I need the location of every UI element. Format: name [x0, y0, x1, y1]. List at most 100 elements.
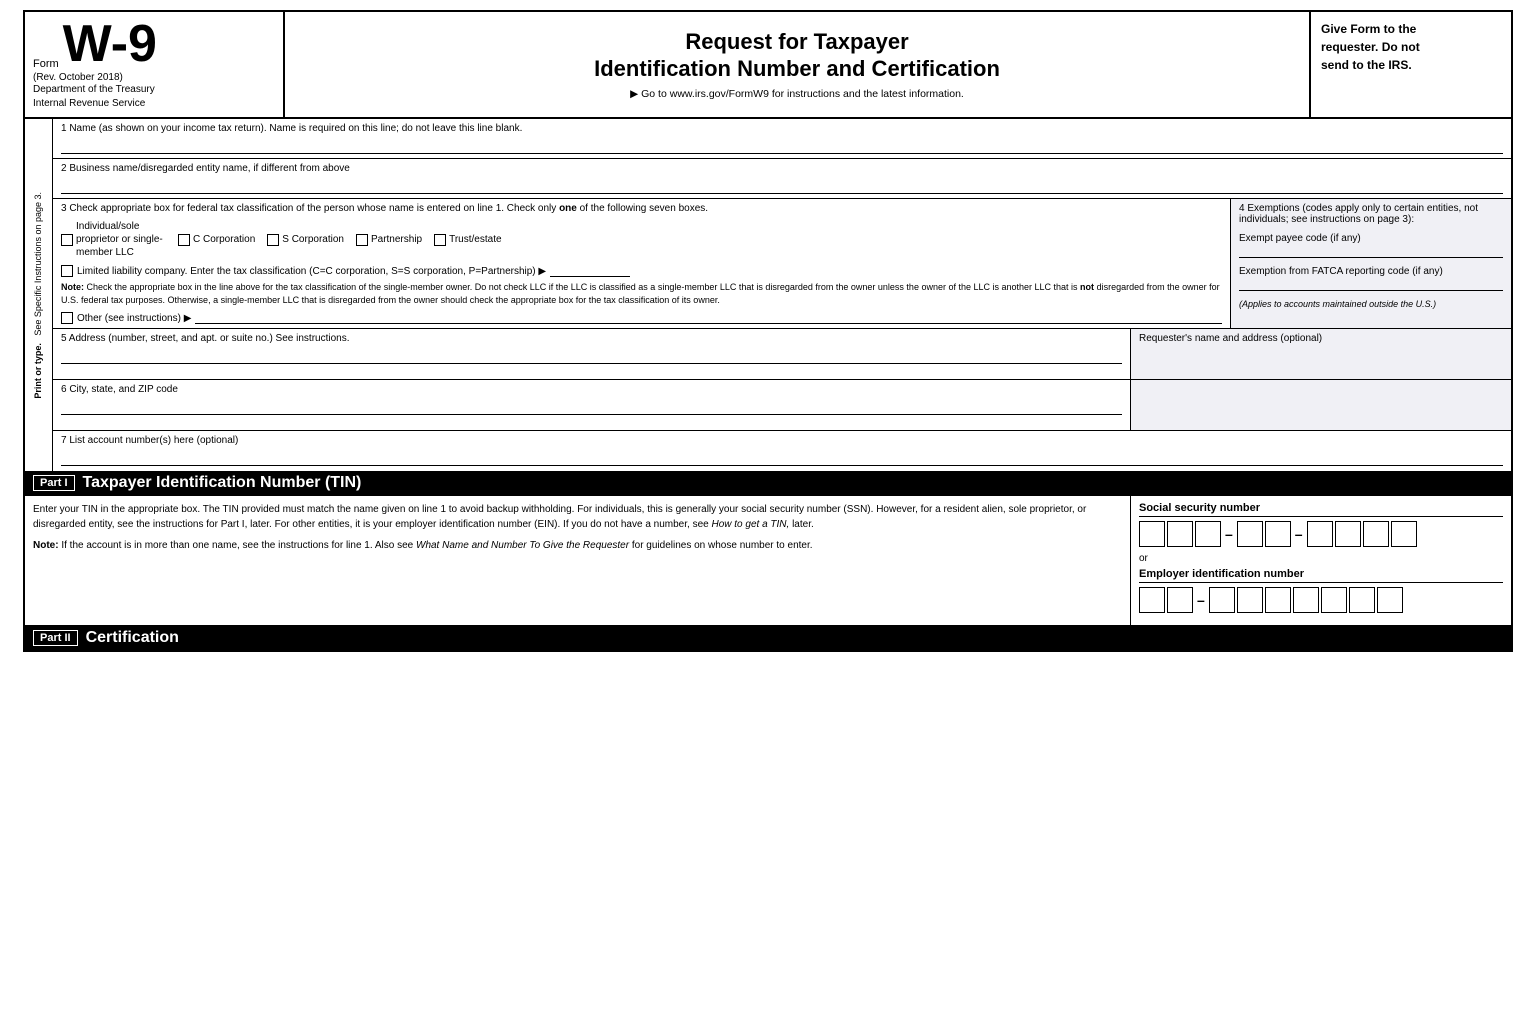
- exempt-payee-label: Exempt payee code (if any): [1239, 233, 1503, 244]
- ssn-cell-5[interactable]: [1265, 521, 1291, 547]
- ein-cell-1[interactable]: [1139, 587, 1165, 613]
- checkbox-individual: Individual/sole proprietor or single-mem…: [61, 220, 166, 259]
- ssn-cell-6[interactable]: [1307, 521, 1333, 547]
- note-bold: not: [1080, 282, 1094, 292]
- ein-cell-4[interactable]: [1237, 587, 1263, 613]
- field1-input[interactable]: [61, 136, 1503, 154]
- checkbox-other-box[interactable]: [61, 312, 73, 324]
- part1-body-text2: later.: [792, 519, 814, 530]
- tin-or: or: [1139, 553, 1503, 564]
- checkbox-trust: Trust/estate: [434, 234, 501, 246]
- note-text1: Check the appropriate box in the line ab…: [87, 282, 1081, 292]
- form-fields: 1 Name (as shown on your income tax retu…: [53, 119, 1511, 471]
- exempt-payee-input[interactable]: [1239, 244, 1503, 258]
- part1-label: Part I: [33, 475, 75, 491]
- field5-input[interactable]: [61, 346, 1122, 364]
- ein-cell-2[interactable]: [1167, 587, 1193, 613]
- right-text-line3: send to the IRS.: [1321, 58, 1412, 72]
- part1-title: Taxpayer Identification Number (TIN): [83, 474, 362, 492]
- ssn-cell-8[interactable]: [1363, 521, 1389, 547]
- dept-line1: Department of the Treasury: [33, 84, 155, 95]
- field6-input[interactable]: [61, 397, 1122, 415]
- fatca-input[interactable]: [1239, 277, 1503, 291]
- field2-input[interactable]: [61, 176, 1503, 194]
- form-title: Request for Taxpayer Identification Numb…: [295, 29, 1299, 82]
- checkbox-s-corp-label: S Corporation: [282, 234, 344, 245]
- field3-label-end: of the following seven boxes.: [577, 203, 708, 214]
- checkbox-trust-label: Trust/estate: [449, 234, 501, 245]
- fatca-italic: (Applies to accounts maintained outside …: [1239, 299, 1503, 309]
- ein-dash-1: –: [1195, 592, 1207, 608]
- ein-cell-6[interactable]: [1293, 587, 1319, 613]
- ein-cell-9[interactable]: [1377, 587, 1403, 613]
- other-input[interactable]: [195, 312, 1222, 324]
- section-addr-row: 5 Address (number, street, and apt. or s…: [53, 329, 1511, 380]
- requester-space: [1131, 380, 1511, 430]
- checkboxes-row: Individual/sole proprietor or single-mem…: [61, 220, 1222, 259]
- ein-cell-7[interactable]: [1321, 587, 1347, 613]
- section-4: 4 Exemptions (codes apply only to certai…: [1231, 199, 1511, 328]
- part1-text-col: Enter your TIN in the appropriate box. T…: [25, 496, 1131, 625]
- form-number: W-9: [63, 18, 157, 70]
- other-row: Other (see instructions) ▶: [61, 312, 1222, 324]
- right-text-line1: Give Form to the: [1321, 22, 1416, 36]
- part1-body: Enter your TIN in the appropriate box. T…: [25, 496, 1511, 626]
- ein-cell-5[interactable]: [1265, 587, 1291, 613]
- field7-row: 7 List account number(s) here (optional): [53, 431, 1511, 471]
- ein-label: Employer identification number: [1139, 568, 1503, 583]
- llc-label: Limited liability company. Enter the tax…: [77, 266, 546, 277]
- field1-row: 1 Name (as shown on your income tax retu…: [53, 119, 1511, 159]
- part1-body-italic: How to get a TIN,: [711, 519, 789, 530]
- field6-label: 6 City, state, and ZIP code: [61, 384, 1122, 395]
- section4-title: 4 Exemptions (codes apply only to certai…: [1239, 203, 1503, 225]
- field2-label: 2 Business name/disregarded entity name,…: [61, 163, 1503, 174]
- field3-label-start: 3 Check appropriate box for federal tax …: [61, 203, 559, 214]
- requester-col: Requester's name and address (optional): [1131, 329, 1511, 379]
- form-subtitle: ▶ Go to www.irs.gov/FormW9 for instructi…: [295, 88, 1299, 100]
- form-header: Form W-9 (Rev. October 2018) Department …: [25, 12, 1511, 119]
- field2-row: 2 Business name/disregarded entity name,…: [53, 159, 1511, 199]
- ssn-cell-3[interactable]: [1195, 521, 1221, 547]
- ssn-fields: – –: [1139, 521, 1503, 547]
- checkbox-llc-box[interactable]: [61, 265, 73, 277]
- ssn-dash-2: –: [1293, 526, 1305, 542]
- header-right: Give Form to the requester. Do not send …: [1311, 12, 1511, 117]
- ssn-cell-4[interactable]: [1237, 521, 1263, 547]
- checkbox-s-corp-box[interactable]: [267, 234, 279, 246]
- ssn-cell-9[interactable]: [1391, 521, 1417, 547]
- checkbox-trust-box[interactable]: [434, 234, 446, 246]
- form-dept: Department of the Treasury Internal Reve…: [33, 83, 275, 111]
- form-body: Print or type. See Specific Instructions…: [25, 119, 1511, 471]
- checkbox-partnership: Partnership: [356, 234, 422, 246]
- checkbox-individual-box[interactable]: [61, 234, 73, 246]
- form-word-label: Form: [33, 58, 59, 70]
- part1-body-text: Enter your TIN in the appropriate box. T…: [33, 502, 1122, 532]
- ssn-cell-7[interactable]: [1335, 521, 1361, 547]
- llc-row: Limited liability company. Enter the tax…: [61, 265, 1222, 277]
- checkbox-partnership-box[interactable]: [356, 234, 368, 246]
- part1-note: Note: If the account is in more than one…: [33, 538, 1122, 553]
- checkbox-c-corp-box[interactable]: [178, 234, 190, 246]
- sidebar: Print or type. See Specific Instructions…: [25, 119, 53, 471]
- right-text-line2: requester. Do not: [1321, 40, 1420, 54]
- llc-input[interactable]: [550, 265, 630, 277]
- sidebar-text: Print or type. See Specific Instructions…: [33, 192, 44, 399]
- part1-body-text-start: Enter your TIN in the appropriate box. T…: [33, 504, 1086, 530]
- part2-label: Part II: [33, 630, 78, 646]
- part2-header: Part II Certification: [25, 626, 1511, 650]
- fatca-label: Exemption from FATCA reporting code (if …: [1239, 266, 1503, 277]
- ein-cell-8[interactable]: [1349, 587, 1375, 613]
- dept-line2: Internal Revenue Service: [33, 98, 145, 109]
- ssn-dash-1: –: [1223, 526, 1235, 542]
- ssn-cell-1[interactable]: [1139, 521, 1165, 547]
- checkbox-individual-label: Individual/sole proprietor or single-mem…: [76, 220, 166, 259]
- ssn-cell-2[interactable]: [1167, 521, 1193, 547]
- part1-note-prefix: Note:: [33, 540, 59, 551]
- ein-fields: –: [1139, 587, 1503, 613]
- ssn-label: Social security number: [1139, 502, 1503, 517]
- ein-cell-3[interactable]: [1209, 587, 1235, 613]
- checkbox-partnership-label: Partnership: [371, 234, 422, 245]
- field1-label: 1 Name (as shown on your income tax retu…: [61, 123, 1503, 134]
- part1-note-body: If the account is in more than one name,…: [61, 540, 416, 551]
- field7-input[interactable]: [61, 448, 1503, 466]
